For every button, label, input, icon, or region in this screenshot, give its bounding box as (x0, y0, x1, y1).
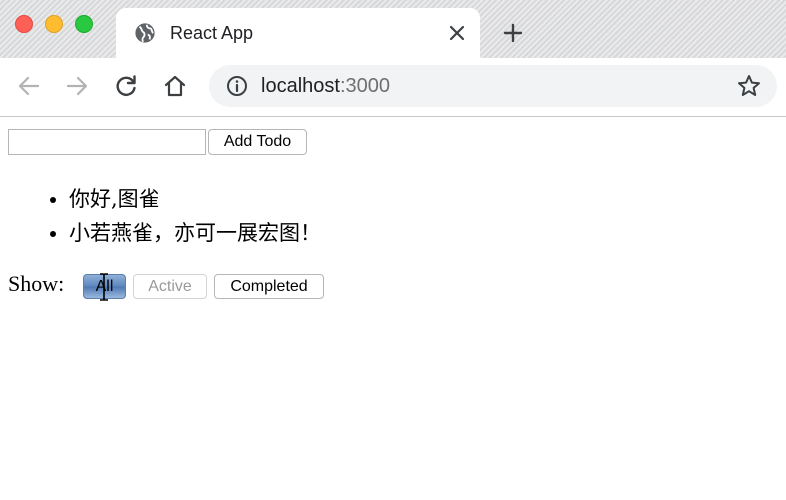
url-port: :3000 (339, 75, 390, 97)
star-icon[interactable] (736, 73, 762, 99)
window-minimize-button[interactable] (45, 15, 63, 33)
close-icon[interactable] (446, 22, 468, 44)
filter-all-button[interactable]: All (83, 274, 126, 299)
browser-tabstrip: React App (0, 0, 786, 58)
arrow-right-icon[interactable] (64, 73, 90, 99)
tab-title: React App (170, 23, 254, 43)
arrow-left-icon[interactable] (16, 73, 42, 99)
todo-list: 你好,图雀 小若燕雀，亦可一展宏图！ (0, 182, 321, 250)
filter-completed-button[interactable]: Completed (214, 274, 324, 299)
address-bar[interactable]: localhost:3000 (209, 65, 777, 107)
browser-toolbar: localhost:3000 (0, 58, 786, 117)
url-host: localhost (261, 75, 340, 97)
window-close-button[interactable] (15, 15, 33, 33)
home-icon[interactable] (162, 73, 188, 99)
filter-label: Show: (8, 271, 65, 296)
filter-active-button[interactable]: Active (133, 274, 207, 299)
globe-icon (135, 23, 155, 43)
url-text[interactable]: localhost:3000 (261, 75, 390, 97)
window-zoom-button[interactable] (75, 15, 93, 33)
page-content: Add Todo 你好,图雀 小若燕雀，亦可一展宏图！ Show: All Ac… (0, 117, 786, 500)
info-icon[interactable] (226, 75, 248, 97)
reload-icon[interactable] (113, 73, 139, 99)
add-todo-button[interactable]: Add Todo (208, 129, 307, 155)
browser-tab[interactable]: React App (116, 8, 480, 58)
plus-icon[interactable] (502, 22, 524, 44)
todo-item[interactable]: 你好,图雀 (69, 182, 321, 216)
todo-input[interactable] (8, 129, 206, 155)
todo-item[interactable]: 小若燕雀，亦可一展宏图！ (69, 216, 321, 250)
